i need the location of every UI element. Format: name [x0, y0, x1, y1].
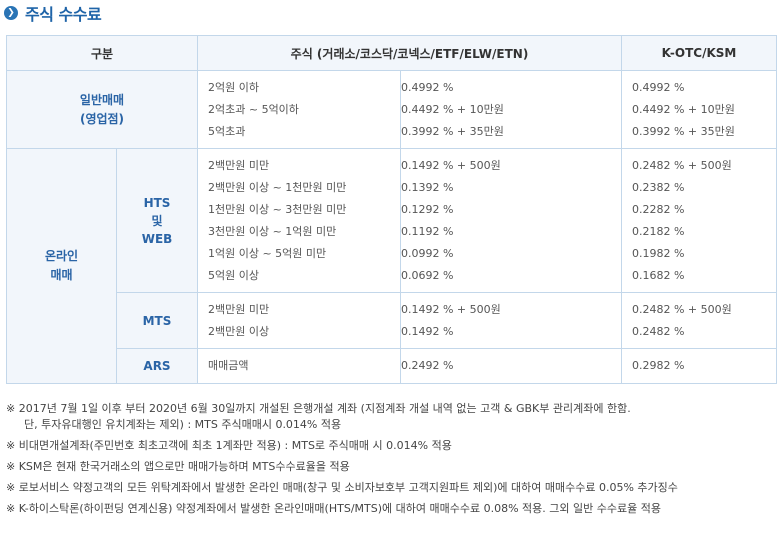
- general-rate-cell: 0.4992 % 0.4492 % + 10만원 0.3992 % + 35만원: [400, 70, 622, 149]
- hts-kotc-4: 0.2182 %: [632, 224, 685, 238]
- note-item: ※ KSM은 현재 한국거래소의 앱으로만 매매가능하며 MTS수수료율을 적용: [6, 459, 778, 475]
- ars-rate-1: 0.2492 %: [401, 359, 454, 372]
- general-label: 일반매매 (영업점): [6, 70, 198, 149]
- online-label: 온라인 매매: [6, 148, 117, 384]
- mts-desc-1: 2백만원 미만: [208, 302, 270, 316]
- general-desc-1: 2억원 이하: [208, 80, 259, 94]
- header-kotc: K-OTC/KSM: [621, 35, 777, 71]
- section-title: ❯ 주식 수수료: [4, 2, 102, 24]
- general-rate-3: 0.3992 % + 35만원: [401, 124, 504, 138]
- table-header-row: 구분 주식 (거래소/코스닥/코넥스/ETF/ELW/ETN) K-OTC/KS…: [6, 35, 777, 71]
- ars-kotc-1: 0.2982 %: [632, 359, 685, 372]
- fee-table: 구분 주식 (거래소/코스닥/코넥스/ETF/ELW/ETN) K-OTC/KS…: [6, 35, 777, 384]
- mts-rate-2: 0.1492 %: [401, 324, 454, 338]
- hts-rate-2: 0.1392 %: [401, 180, 454, 194]
- ars-desc-1: 매매금액: [208, 359, 249, 372]
- hts-rate-3: 0.1292 %: [401, 202, 454, 216]
- general-label-line1: 일반매매: [79, 92, 125, 107]
- hts-kotc-3: 0.2282 %: [632, 202, 685, 216]
- hts-label: HTS 및 WEB: [116, 148, 198, 293]
- ars-row: ARS 매매금액 0.2492 % 0.2982 %: [7, 348, 777, 384]
- note-item: ※ 비대면개설계좌(주민번호 최초고객에 최초 1계좌만 적용) : MTS로 …: [6, 438, 778, 454]
- hts-row: 온라인 매매 HTS 및 WEB 2백만원 미만 2백만원 이상 ~ 1천만원 …: [6, 148, 777, 384]
- general-rate-2: 0.4492 % + 10만원: [401, 102, 504, 116]
- notes-list: ※ 2017년 7월 1일 이후 부터 2020년 6월 30일까지 개설된 은…: [6, 401, 778, 522]
- general-label-line2: (영업점): [79, 111, 125, 126]
- mts-rate-cell: 0.1492 % + 500원 0.1492 %: [400, 292, 622, 349]
- hts-desc-5: 1억원 이상 ~ 5억원 미만: [208, 246, 327, 260]
- note-text-5: ※ K-하이스탁론(하이펀딩 연계신용) 약정계좌에서 발생한 온라인매매(HT…: [6, 502, 661, 515]
- general-rate-1: 0.4992 %: [401, 80, 454, 94]
- online-label-line2: 매매: [50, 268, 73, 282]
- hts-kotc-5: 0.1982 %: [632, 246, 685, 260]
- general-kotc-2: 0.4492 % + 10만원: [632, 102, 735, 116]
- hts-rate-cell: 0.1492 % + 500원 0.1392 % 0.1292 % 0.1192…: [400, 148, 622, 293]
- hts-label-line3: WEB: [141, 231, 173, 246]
- note-item: ※ K-하이스탁론(하이펀딩 연계신용) 약정계좌에서 발생한 온라인매매(HT…: [6, 501, 778, 517]
- online-label-line1: 온라인: [44, 249, 79, 263]
- ars-desc-cell: 매매금액: [197, 348, 401, 384]
- note-item: ※ 2017년 7월 1일 이후 부터 2020년 6월 30일까지 개설된 은…: [6, 401, 778, 433]
- mts-kotc-2: 0.2482 %: [632, 324, 685, 338]
- mts-row: MTS 2백만원 미만 2백만원 이상 0.1492 % + 500원 0.14…: [7, 292, 777, 349]
- chevron-right-icon: ❯: [4, 6, 18, 20]
- hts-kotc-2: 0.2382 %: [632, 180, 685, 194]
- general-kotc-3: 0.3992 % + 35만원: [632, 124, 735, 138]
- note-text-4: ※ 로보서비스 약정고객의 모든 위탁계좌에서 발생한 온라인 매매(창구 및 …: [6, 481, 678, 494]
- note-text-3: ※ KSM은 현재 한국거래소의 앱으로만 매매가능하며 MTS수수료율을 적용: [6, 460, 350, 473]
- note-text-1-cont: 단, 투자유대행인 유치계좌는 제외) : MTS 주식매매시 0.014% 적…: [24, 418, 342, 431]
- hts-desc-3: 1천만원 이상 ~ 3천만원 미만: [208, 202, 347, 216]
- page-title: 주식 수수료: [25, 5, 102, 24]
- note-text-1: ※ 2017년 7월 1일 이후 부터 2020년 6월 30일까지 개설된 은…: [6, 402, 631, 415]
- general-desc-3: 5억초과: [208, 124, 246, 138]
- general-kotc-cell: 0.4992 % 0.4492 % + 10만원 0.3992 % + 35만원: [621, 70, 777, 149]
- note-item: ※ 로보서비스 약정고객의 모든 위탁계좌에서 발생한 온라인 매매(창구 및 …: [6, 480, 778, 496]
- hts-desc-4: 3천만원 이상 ~ 1억원 미만: [208, 224, 337, 238]
- hts-desc-2: 2백만원 이상 ~ 1천만원 미만: [208, 180, 347, 194]
- page: ❯ 주식 수수료 구분 주식 (거래소/코스닥/코넥스/ETF/ELW/ETN)…: [0, 0, 782, 549]
- ars-kotc-cell: 0.2982 %: [621, 348, 777, 384]
- hts-desc-6: 5억원 이상: [208, 268, 259, 282]
- general-desc-2: 2억초과 ~ 5억이하: [208, 102, 299, 116]
- note-text-2: ※ 비대면개설계좌(주민번호 최초고객에 최초 1계좌만 적용) : MTS로 …: [6, 439, 452, 452]
- general-row: 일반매매 (영업점) 2억원 이하 2억초과 ~ 5억이하 5억초과 0.499…: [6, 70, 777, 149]
- mts-label: MTS: [116, 292, 198, 349]
- mts-kotc-cell: 0.2482 % + 500원 0.2482 %: [621, 292, 777, 349]
- general-kotc-1: 0.4992 %: [632, 80, 685, 94]
- hts-rate-6: 0.0692 %: [401, 268, 454, 282]
- mts-rate-1: 0.1492 % + 500원: [401, 302, 501, 316]
- hts-desc-cell: 2백만원 미만 2백만원 이상 ~ 1천만원 미만 1천만원 이상 ~ 3천만원…: [197, 148, 401, 293]
- ars-label: ARS: [116, 348, 198, 384]
- hts-kotc-1: 0.2482 % + 500원: [632, 158, 732, 172]
- mts-kotc-1: 0.2482 % + 500원: [632, 302, 732, 316]
- hts-desc-1: 2백만원 미만: [208, 158, 270, 172]
- hts-rate-1: 0.1492 % + 500원: [401, 158, 501, 172]
- mts-desc-2: 2백만원 이상: [208, 324, 270, 338]
- general-desc-cell: 2억원 이하 2억초과 ~ 5억이하 5억초과: [197, 70, 401, 149]
- header-category: 구분: [6, 35, 198, 71]
- ars-rate-cell: 0.2492 %: [400, 348, 622, 384]
- hts-kotc-cell: 0.2482 % + 500원 0.2382 % 0.2282 % 0.2182…: [621, 148, 777, 293]
- hts-label-line1: HTS: [143, 195, 171, 210]
- mts-desc-cell: 2백만원 미만 2백만원 이상: [197, 292, 401, 349]
- hts-rate-4: 0.1192 %: [401, 224, 454, 238]
- hts-kotc-6: 0.1682 %: [632, 268, 685, 282]
- header-stock: 주식 (거래소/코스닥/코넥스/ETF/ELW/ETN): [197, 35, 622, 71]
- hts-rate-5: 0.0992 %: [401, 246, 454, 260]
- hts-label-line2: 및: [151, 213, 163, 228]
